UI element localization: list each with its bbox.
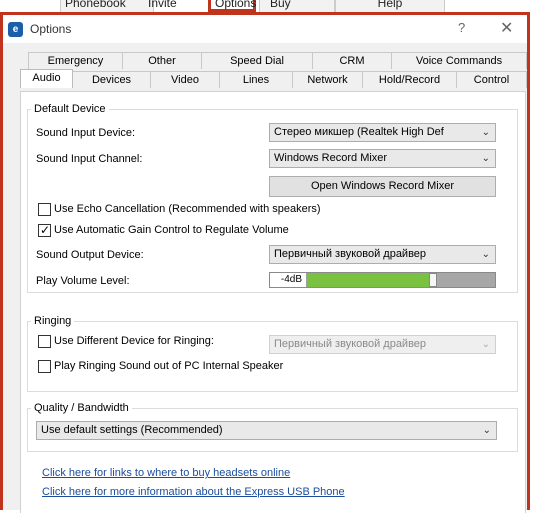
ringing-group	[27, 321, 518, 392]
app-logo-icon: e	[8, 22, 23, 37]
help-button[interactable]: ?	[458, 20, 465, 35]
play-volume-fill	[307, 273, 433, 287]
dialog-title: Options	[30, 22, 72, 36]
ring-device-select[interactable]: Первичный звуковой драйвер ⌄	[269, 335, 496, 354]
agc-checkbox[interactable]	[38, 223, 51, 237]
play-volume-thumb[interactable]	[429, 273, 437, 287]
menu-help[interactable]: Help	[335, 0, 445, 12]
chevron-down-icon: ⌄	[482, 425, 491, 436]
menu-phonebook[interactable]: Phonebook	[60, 0, 154, 12]
tab-emergency[interactable]: Emergency	[28, 52, 123, 69]
sound-input-value: Стерео микшер (Realtek High Def	[274, 126, 444, 138]
different-ring-device-label: Use Different Device for Ringing:	[54, 335, 214, 347]
chevron-down-icon: ⌄	[481, 127, 490, 138]
input-channel-select[interactable]: Windows Record Mixer ⌄	[269, 149, 496, 168]
sound-output-value: Первичный звуковой драйвер	[274, 248, 427, 260]
pc-speaker-label: Play Ringing Sound out of PC Internal Sp…	[54, 360, 284, 372]
close-icon[interactable]: ✕	[500, 18, 513, 38]
echo-cancellation-checkbox[interactable]	[38, 203, 51, 216]
tab-video[interactable]: Video	[150, 71, 220, 88]
echo-cancellation-label: Use Echo Cancellation (Recommended with …	[54, 203, 321, 215]
tab-lines[interactable]: Lines	[219, 71, 293, 88]
sound-input-label: Sound Input Device:	[36, 127, 136, 139]
tab-control[interactable]: Control	[456, 71, 527, 88]
tab-network[interactable]: Network	[292, 71, 363, 88]
different-ring-device-checkbox[interactable]	[38, 335, 51, 348]
options-dialog: e Options ? ✕ Emergency Other Speed Dial…	[0, 12, 530, 513]
tab-row-front: Audio Devices Video Lines Network Hold/R…	[3, 69, 527, 88]
tab-devices[interactable]: Devices	[72, 71, 151, 88]
input-channel-value: Windows Record Mixer	[274, 152, 388, 164]
buy-headsets-link[interactable]: Click here for links to where to buy hea…	[42, 467, 290, 479]
sound-output-label: Sound Output Device:	[36, 249, 144, 261]
tab-speed-dial[interactable]: Speed Dial	[201, 52, 313, 69]
default-device-title: Default Device	[31, 103, 109, 115]
tab-hold-record[interactable]: Hold/Record	[362, 71, 457, 88]
usb-phone-info-link[interactable]: Click here for more information about th…	[42, 486, 345, 498]
sound-input-select[interactable]: Стерео микшер (Realtek High Def ⌄	[269, 123, 496, 142]
chevron-down-icon: ⌄	[481, 153, 490, 164]
ringing-title: Ringing	[31, 315, 75, 327]
menu-bar: Phonebook Invite Options Buy Online Help	[0, 0, 537, 27]
chevron-down-icon: ⌄	[481, 249, 490, 260]
tab-audio[interactable]: Audio	[20, 69, 73, 88]
ring-device-value: Первичный звуковой драйвер	[274, 338, 427, 350]
quality-title: Quality / Bandwidth	[31, 402, 132, 414]
pc-speaker-checkbox[interactable]	[38, 360, 51, 373]
play-volume-value: -4dB	[270, 273, 307, 287]
chevron-down-icon: ⌄	[481, 339, 490, 350]
menu-options[interactable]: Options	[208, 0, 256, 12]
menu-invite[interactable]: Invite	[148, 0, 208, 12]
audio-tab-panel: Default Device Sound Input Device: Стере…	[20, 91, 526, 513]
quality-value: Use default settings (Recommended)	[41, 424, 223, 436]
tab-voice-commands[interactable]: Voice Commands	[391, 52, 527, 69]
menu-buy-online[interactable]: Buy Online	[259, 0, 335, 27]
quality-select[interactable]: Use default settings (Recommended) ⌄	[36, 421, 497, 440]
tab-other[interactable]: Other	[122, 52, 202, 69]
play-volume-slider[interactable]: -4dB	[269, 272, 496, 288]
agc-label: Use Automatic Gain Control to Regulate V…	[54, 224, 289, 236]
title-bar: e Options ? ✕	[3, 15, 527, 43]
play-volume-label: Play Volume Level:	[36, 275, 130, 287]
input-channel-label: Sound Input Channel:	[36, 153, 143, 165]
tab-crm[interactable]: CRM	[312, 52, 392, 69]
sound-output-select[interactable]: Первичный звуковой драйвер ⌄	[269, 245, 496, 264]
open-record-mixer-button[interactable]: Open Windows Record Mixer	[269, 176, 496, 197]
tab-row-back: Emergency Other Speed Dial CRM Voice Com…	[3, 52, 527, 69]
